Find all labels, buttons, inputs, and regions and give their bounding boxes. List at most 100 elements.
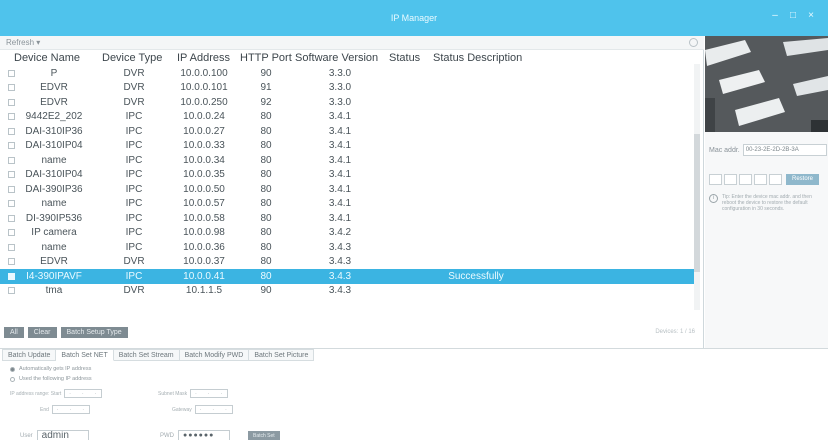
- subnet-mask-input[interactable]: . . .: [190, 389, 229, 398]
- table-row[interactable]: EDVR DVR 10.0.0.250 92 3.3.0: [0, 95, 700, 110]
- row-checkbox[interactable]: [8, 171, 15, 179]
- start-ip-label: IP address range: Start: [10, 390, 62, 397]
- row-checkbox[interactable]: [8, 156, 15, 164]
- status-cell: [385, 139, 425, 154]
- ip-address-cell: 10.0.0.100: [180, 67, 228, 79]
- mac-segment-field[interactable]: [739, 174, 752, 185]
- row-checkbox[interactable]: [8, 142, 15, 150]
- status-cell: [385, 168, 425, 183]
- tab-batch-set-net[interactable]: Batch Set NET: [56, 349, 114, 361]
- tab-batch-set-stream[interactable]: Batch Set Stream: [113, 349, 180, 361]
- status-description-cell: [425, 66, 527, 81]
- table-row[interactable]: EDVR DVR 10.0.0.101 91 3.3.0: [0, 81, 700, 96]
- end-ip-row: End . . .: [40, 405, 90, 414]
- column-header-device-type[interactable]: Device Type: [97, 50, 171, 66]
- vertical-scrollbar[interactable]: [694, 64, 700, 310]
- http-port-cell: 80: [260, 169, 272, 181]
- table-row[interactable]: P DVR 10.0.0.100 90 3.3.0: [0, 66, 700, 81]
- status-description-cell: [425, 240, 527, 255]
- device-name-text: DAI-390IP36: [25, 183, 83, 195]
- device-name-cell: DAI-310IP36: [0, 124, 97, 139]
- mac-segment-field[interactable]: [754, 174, 767, 185]
- end-ip-input[interactable]: . . .: [51, 405, 90, 414]
- row-checkbox[interactable]: [8, 69, 15, 77]
- table-row[interactable]: DAI-310IP36 IPC 10.0.0.27 80 3.4.1: [0, 124, 700, 139]
- start-ip-input[interactable]: . . .: [64, 389, 103, 398]
- maximize-icon[interactable]: □: [788, 11, 798, 21]
- table-row[interactable]: 9442E2_202 IPC 10.0.0.24 80 3.4.1: [0, 110, 700, 125]
- http-port-cell: 80: [260, 212, 272, 224]
- row-checkbox[interactable]: [8, 113, 15, 121]
- tab-batch-set-picture[interactable]: Batch Set Picture: [249, 349, 315, 361]
- device-name-text: tma: [45, 285, 63, 297]
- scrollbar-thumb[interactable]: [694, 134, 700, 272]
- select-all-button[interactable]: All: [4, 327, 24, 338]
- auto-ip-option[interactable]: Automatically gets IP address: [10, 366, 91, 372]
- device-name-text: name: [41, 154, 67, 166]
- software-version-cell: 3.4.1: [328, 111, 352, 123]
- column-header-software-version[interactable]: Software Version: [295, 50, 385, 66]
- gateway-input[interactable]: . . .: [194, 405, 233, 414]
- column-header-ip-address[interactable]: IP Address: [171, 50, 237, 66]
- tab-batch-modify-pwd[interactable]: Batch Modify PWD: [179, 349, 250, 361]
- row-checkbox[interactable]: [8, 243, 15, 251]
- software-version-cell: 3.4.2: [328, 227, 352, 239]
- ip-address-cell: 10.0.0.50: [183, 183, 225, 195]
- http-port-cell: 91: [260, 82, 272, 94]
- row-checkbox[interactable]: [8, 98, 15, 106]
- password-input[interactable]: ●●●●●●: [178, 430, 230, 440]
- static-ip-radio[interactable]: [10, 376, 15, 382]
- software-version-cell: 3.4.1: [328, 154, 352, 166]
- table-row[interactable]: name IPC 10.0.0.36 80 3.4.3: [0, 240, 700, 255]
- status-cell: [385, 124, 425, 139]
- table-row[interactable]: EDVR DVR 10.0.0.37 80 3.4.3: [0, 255, 700, 270]
- row-checkbox[interactable]: [8, 185, 15, 193]
- software-version-cell: 3.4.1: [328, 140, 352, 152]
- batch-setup-type-button[interactable]: Batch Setup Type: [60, 327, 128, 338]
- column-header-status-description[interactable]: Status Description: [425, 50, 527, 66]
- table-row[interactable]: name IPC 10.0.0.57 80 3.4.1: [0, 197, 700, 212]
- row-checkbox[interactable]: [8, 84, 15, 92]
- auto-ip-label: Automatically gets IP address: [19, 366, 92, 372]
- mac-segment-field[interactable]: [769, 174, 782, 185]
- table-row[interactable]: DI-390IP536 IPC 10.0.0.58 80 3.4.1: [0, 211, 700, 226]
- mac-segment-field[interactable]: [724, 174, 737, 185]
- settings-circle-icon[interactable]: [689, 38, 698, 47]
- status-cell: [385, 269, 425, 284]
- row-checkbox[interactable]: [8, 214, 15, 222]
- restore-button[interactable]: Restore: [786, 174, 820, 185]
- row-checkbox[interactable]: [8, 229, 15, 237]
- table-row[interactable]: DAI-310IP04 IPC 10.0.0.35 80 3.4.1: [0, 168, 700, 183]
- auto-ip-radio[interactable]: [10, 366, 15, 372]
- column-header-status[interactable]: Status: [385, 50, 425, 66]
- tab-batch-update[interactable]: Batch Update: [2, 349, 57, 361]
- clear-button[interactable]: Clear: [27, 327, 57, 338]
- refresh-button[interactable]: Refresh ▾: [6, 38, 40, 47]
- mac-address-input[interactable]: 00-23-2E-2D-2B-3A: [742, 144, 827, 156]
- device-type-cell: IPC: [125, 169, 143, 181]
- row-checkbox[interactable]: [8, 258, 15, 266]
- software-version-cell: 3.4.1: [328, 125, 352, 137]
- table-row[interactable]: IP camera IPC 10.0.0.98 80 3.4.2: [0, 226, 700, 241]
- table-row[interactable]: DAI-310IP04 IPC 10.0.0.33 80 3.4.1: [0, 139, 700, 154]
- row-checkbox[interactable]: [8, 272, 15, 280]
- table-row[interactable]: tma DVR 10.1.1.5 90 3.4.3: [0, 284, 700, 299]
- static-ip-option[interactable]: Used the following IP address: [10, 376, 92, 382]
- table-row[interactable]: name IPC 10.0.0.34 80 3.4.1: [0, 153, 700, 168]
- row-checkbox[interactable]: [8, 287, 15, 295]
- user-input[interactable]: admin: [36, 430, 89, 440]
- row-filler: [527, 139, 700, 154]
- batch-set-button[interactable]: Batch Set: [248, 430, 280, 440]
- device-type-cell: IPC: [125, 212, 143, 224]
- row-checkbox[interactable]: [8, 127, 15, 135]
- column-header-http-port[interactable]: HTTP Port: [237, 50, 295, 66]
- row-checkbox[interactable]: [8, 200, 15, 208]
- software-version-cell: 3.4.3: [328, 285, 352, 297]
- status-description-cell: [425, 139, 527, 154]
- close-icon[interactable]: ×: [806, 11, 816, 21]
- column-header-device-name[interactable]: Device Name: [0, 50, 97, 66]
- table-row[interactable]: DAI-390IP36 IPC 10.0.0.50 80 3.4.1: [0, 182, 700, 197]
- mac-segment-field[interactable]: [709, 174, 722, 185]
- minimize-icon[interactable]: –: [770, 11, 780, 21]
- table-row[interactable]: I4-390IPAVF IPC 10.0.0.41 80 3.4.3 Successful…: [0, 269, 700, 284]
